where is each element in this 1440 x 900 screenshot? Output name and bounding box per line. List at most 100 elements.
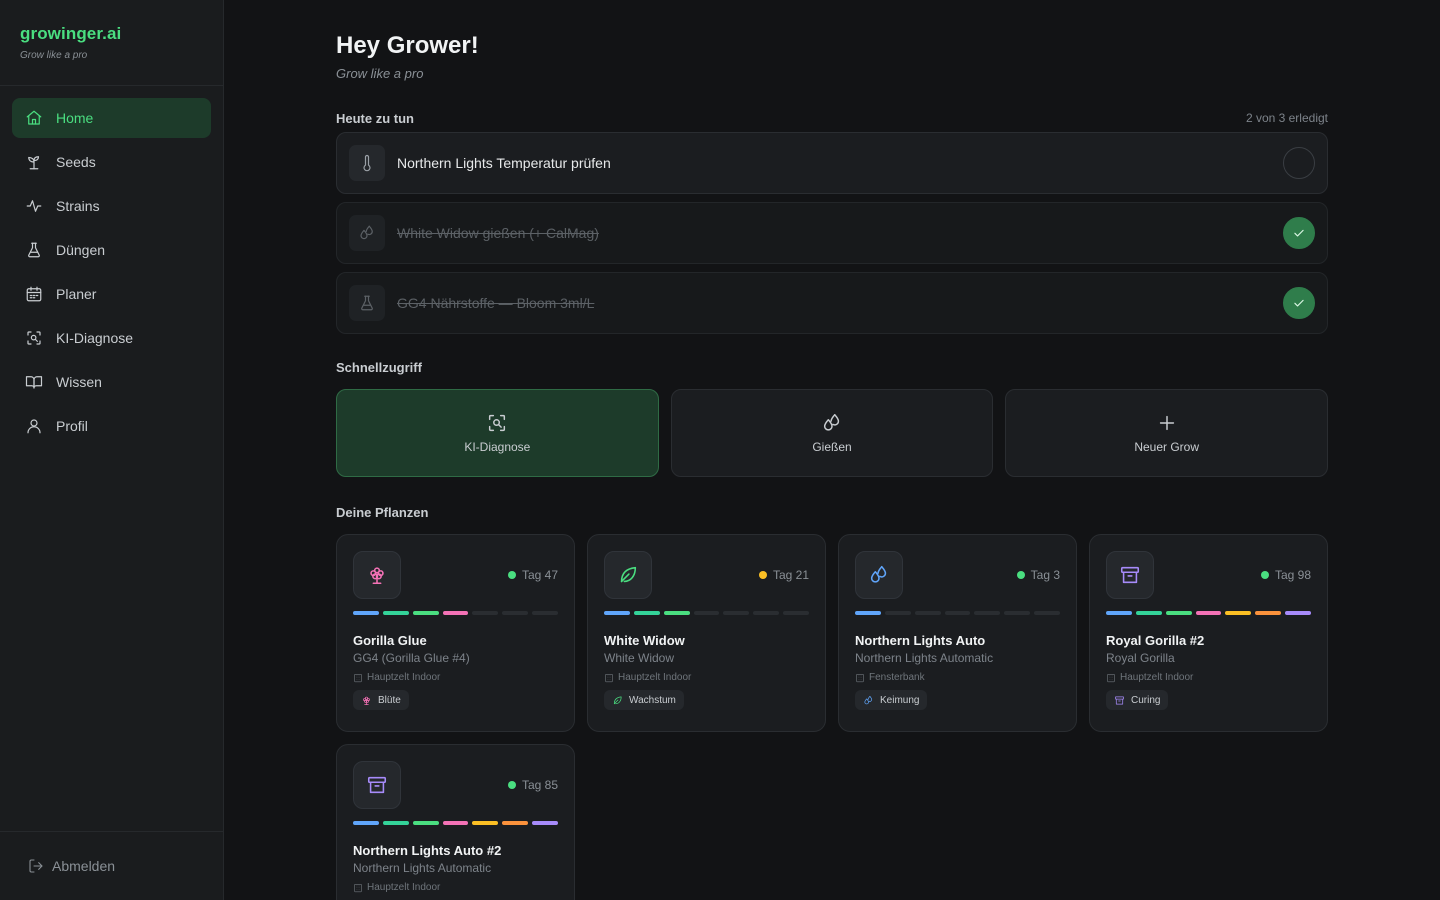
plants-title: Deine Pflanzen — [336, 505, 429, 520]
stage-progress — [1106, 611, 1312, 615]
nav-icon-wrap — [24, 152, 44, 172]
main-content: Hey Grower! Grow like a pro Heute zu tun… — [336, 0, 1329, 900]
flower-icon — [363, 696, 370, 705]
todo-checkbox[interactable] — [1283, 147, 1315, 179]
nav-icon-wrap — [24, 416, 44, 436]
stage-segment — [412, 611, 439, 615]
quick-label: Gießen — [812, 440, 852, 454]
brand-tagline: Grow like a pro — [20, 50, 88, 61]
stage-segment — [353, 821, 379, 825]
sidebar-item-strains[interactable]: Strains — [12, 186, 211, 226]
calendar-icon — [26, 286, 42, 302]
todo-progress: 2 von 3 erledigt — [1245, 111, 1328, 125]
stage-segment — [532, 611, 559, 615]
plant-day: Tag 85 — [507, 778, 558, 792]
sidebar-item-planer[interactable]: Planer — [12, 274, 211, 314]
droplets-icon — [360, 225, 373, 240]
stage-segment — [382, 821, 409, 825]
plant-card[interactable]: Tag 85 Northern Lights Auto #2 Northern Li… — [336, 744, 575, 900]
quick-label: Neuer Grow — [1134, 440, 1200, 454]
sidebar-item-label: Home — [56, 110, 94, 126]
plant-strain: Northern Lights Automatic — [353, 861, 492, 875]
stage-segment — [855, 611, 881, 615]
quick-neuer-grow-button[interactable]: Neuer Grow — [1005, 389, 1329, 477]
plant-strain: Royal Gorilla — [1106, 651, 1175, 665]
stage-segment — [633, 611, 660, 615]
stage-segment — [412, 821, 439, 825]
check-icon — [1294, 299, 1304, 307]
plant-card[interactable]: Tag 21 White Widow White Widow Hauptzelt In… — [587, 534, 826, 732]
page-title: Hey Grower! — [336, 32, 479, 59]
plant-card-header: Tag 85 — [353, 761, 558, 809]
quick-title: Schnellzugriff — [336, 360, 422, 375]
plant-card-header: Tag 98 — [1106, 551, 1311, 599]
plant-card-header: Tag 21 — [604, 551, 809, 599]
building-icon — [1107, 673, 1115, 682]
quick-ki-diagnose-button[interactable]: KI-Diagnose — [336, 389, 659, 477]
sidebar-item-seeds[interactable]: Seeds — [12, 142, 211, 182]
plant-strain: Northern Lights Automatic — [855, 651, 994, 665]
stage-segment — [1165, 611, 1192, 615]
stage-segment — [472, 821, 499, 825]
stage-segment — [693, 611, 720, 615]
scan-icon — [27, 331, 41, 345]
stage-progress — [353, 821, 559, 825]
plant-name: Northern Lights Auto — [855, 633, 986, 648]
sidebar-nav: Home Seeds Strains Düngen Planer KI-Diagnose W… — [0, 86, 223, 462]
stage-segment — [974, 611, 1001, 615]
sidebar-item-home[interactable]: Home — [12, 98, 211, 138]
plant-day-label: Tag 3 — [1030, 568, 1060, 582]
archive-icon — [367, 776, 387, 794]
plant-card[interactable]: Tag 3 Northern Lights Auto Northern Lights… — [838, 534, 1077, 732]
stage-segment — [532, 821, 559, 825]
sidebar-item-label: Seeds — [56, 154, 96, 170]
leaf-icon — [620, 566, 637, 583]
building-icon — [354, 883, 362, 892]
sidebar-item-label: Planer — [56, 286, 97, 302]
quick-giessen-button[interactable]: Gießen — [670, 389, 994, 477]
flask-icon — [361, 295, 373, 311]
strains-icon — [26, 200, 42, 212]
stage-segment — [604, 611, 630, 615]
plant-location: Fensterbank — [855, 672, 1060, 683]
sidebar-item-duengen[interactable]: Düngen — [12, 230, 211, 270]
stage-progress — [604, 611, 810, 615]
todo-checkbox[interactable] — [1283, 287, 1315, 319]
plant-location-label: Fensterbank — [869, 672, 925, 683]
status-dot — [758, 571, 767, 579]
plant-name: White Widow — [604, 633, 685, 648]
logout-button[interactable]: Abmelden — [0, 831, 223, 900]
plant-card[interactable]: Tag 98 Royal Gorilla #2 Royal Gorilla Haupt… — [1089, 534, 1328, 732]
plant-day: Tag 98 — [1260, 568, 1311, 582]
sidebar-item-profil[interactable]: Profil — [12, 406, 211, 446]
todo-item: Northern Lights Temperatur prüfen — [336, 132, 1328, 194]
stage-segment — [442, 611, 469, 615]
plant-day: Tag 47 — [507, 568, 558, 582]
stage-segment — [1225, 611, 1252, 615]
plants-header: Deine Pflanzen — [336, 505, 1328, 520]
todo-icon-wrap — [349, 215, 385, 251]
sidebar-item-wissen[interactable]: Wissen — [12, 362, 211, 402]
plant-day-label: Tag 21 — [772, 568, 809, 582]
todo-title: Heute zu tun — [336, 110, 414, 126]
plant-location-label: Hauptzelt Indoor — [1120, 672, 1194, 683]
plant-card-header: Tag 3 — [855, 551, 1060, 599]
phase-badge: Wachstum — [604, 690, 684, 710]
stage-segment — [472, 611, 499, 615]
sidebar-item-label: Profil — [56, 418, 88, 434]
sidebar-item-ki-diagnose[interactable]: KI-Diagnose — [12, 318, 211, 358]
plant-location-label: Hauptzelt Indoor — [618, 672, 692, 683]
plant-location: Hauptzelt Indoor — [604, 672, 809, 683]
plant-card[interactable]: Tag 47 Gorilla Glue GG4 (Gorilla Glue #4) H… — [336, 534, 575, 732]
quick-actions: KI-Diagnose Gießen Neuer Grow — [336, 389, 1329, 477]
status-dot — [1260, 571, 1269, 579]
stage-segment — [753, 611, 780, 615]
phase-label: Wachstum — [629, 694, 676, 706]
todo-icon-wrap — [349, 145, 385, 181]
stage-segment — [382, 611, 409, 615]
stage-segment — [1135, 611, 1162, 615]
plant-grid: Tag 47 Gorilla Glue GG4 (Gorilla Glue #4) H… — [336, 534, 1328, 900]
brand-name[interactable]: growinger.ai — [20, 24, 203, 44]
stage-segment — [502, 611, 529, 615]
todo-checkbox[interactable] — [1283, 217, 1315, 249]
